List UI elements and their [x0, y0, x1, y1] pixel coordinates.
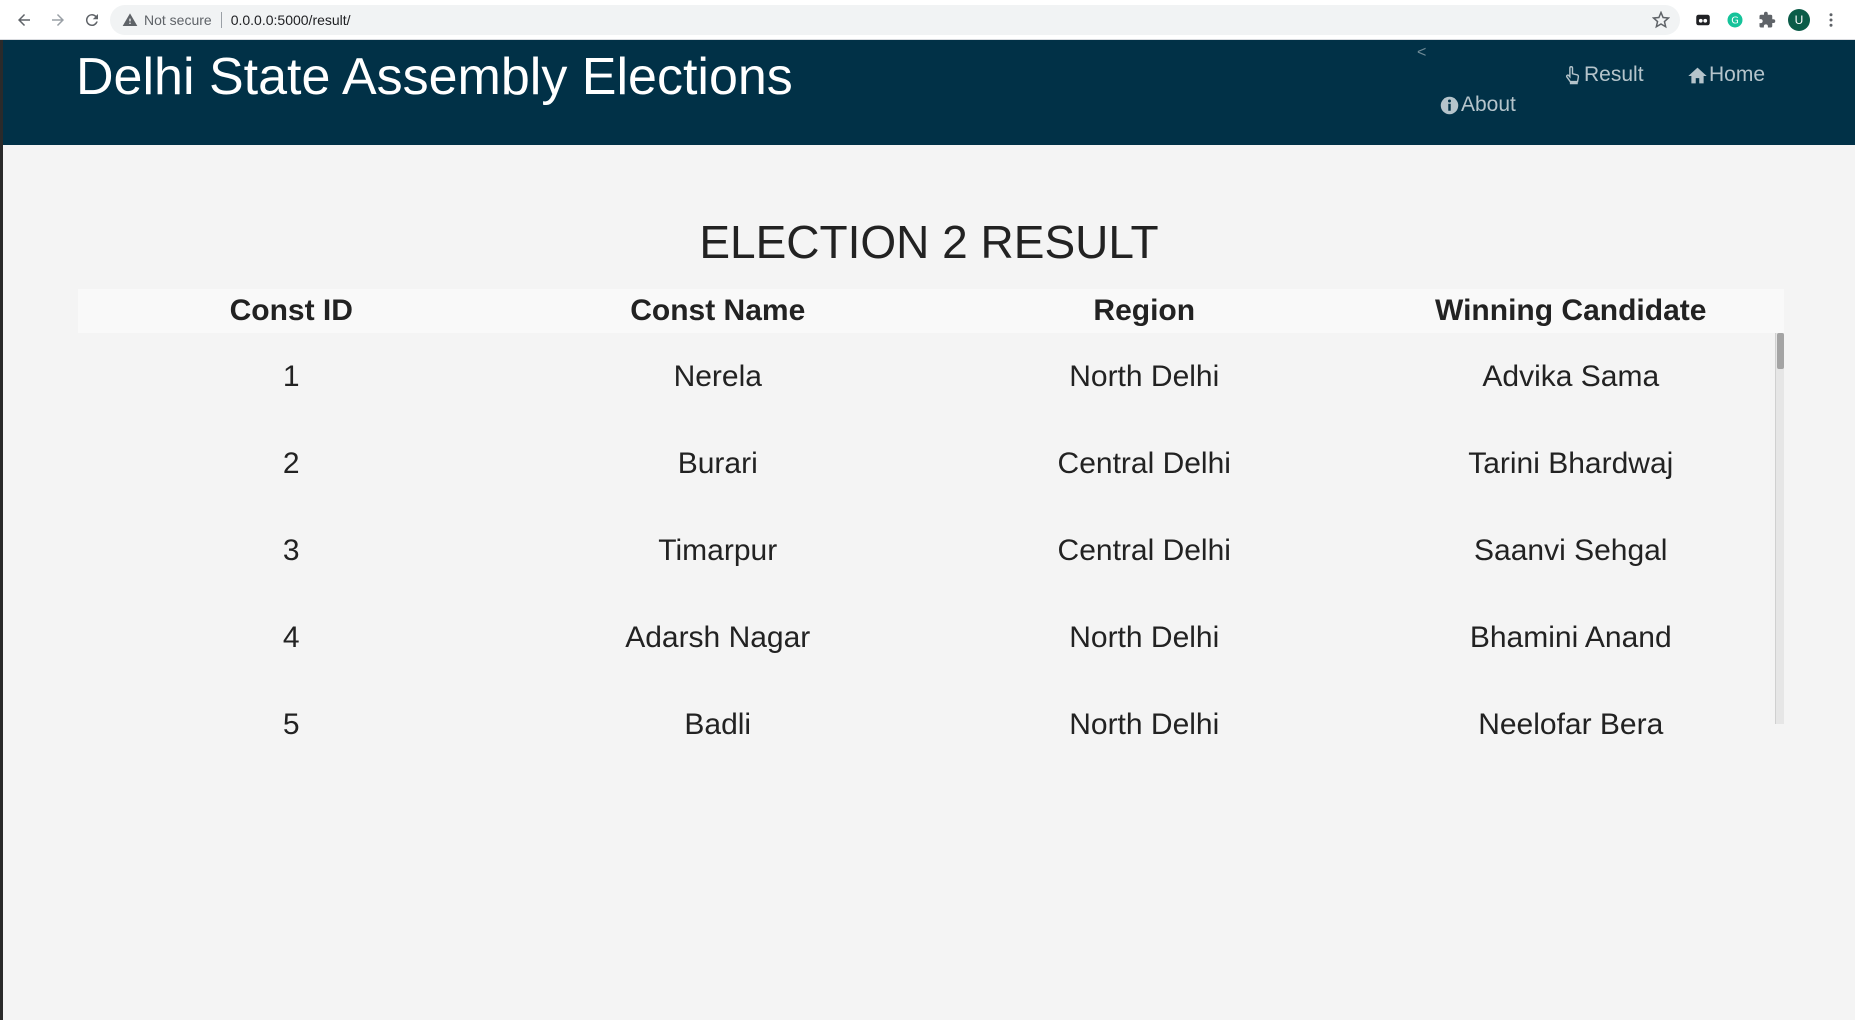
table-scrollbar[interactable]: [1775, 333, 1784, 724]
table-row: 1 Nerela North Delhi Advika Sama: [78, 333, 1784, 420]
site-title: Delhi State Assembly Elections: [76, 48, 793, 106]
extensions-area: G U: [1687, 0, 1855, 40]
star-icon[interactable]: [1652, 11, 1670, 29]
home-icon: [1688, 67, 1707, 83]
forward-arrow-icon[interactable]: [42, 4, 74, 36]
avatar: U: [1788, 9, 1810, 31]
svg-text:G: G: [1731, 15, 1739, 26]
cell-const-id: 5: [282, 708, 300, 741]
media-extension-icon[interactable]: [1687, 4, 1719, 36]
nav-about-label: About: [1461, 93, 1516, 116]
cell-winning-candidate: Neelofar Bera: [1478, 708, 1664, 741]
cell-winning-candidate: Saanvi Sehgal: [1474, 534, 1668, 567]
cell-const-name: Badli: [684, 708, 752, 741]
results-table: Const ID Const Name Region Winning Candi…: [78, 289, 1784, 741]
table-body: 1 Nerela North Delhi Advika Sama 2 Burar…: [78, 333, 1784, 741]
table-row: 4 Adarsh Nagar North Delhi Bhamini Anand: [78, 594, 1784, 681]
column-header: Winning Candidate: [1435, 294, 1707, 327]
warning-icon: [122, 13, 138, 26]
table-row: 3 Timarpur Central Delhi Saanvi Sehgal: [78, 507, 1784, 594]
cell-const-id: 4: [282, 621, 300, 654]
cell-const-id: 2: [282, 447, 300, 480]
table-header: Const ID Const Name Region Winning Candi…: [78, 289, 1784, 333]
page-body: Delhi State Assembly Elections < About R…: [3, 40, 1855, 1020]
cell-const-name: Timarpur: [658, 534, 778, 567]
security-label: Not secure: [144, 12, 212, 28]
nav-result-link[interactable]: Result: [1562, 63, 1644, 87]
column-header: Const ID: [229, 294, 353, 327]
nav-home-link[interactable]: Home: [1687, 63, 1765, 87]
cell-const-id: 3: [282, 534, 300, 567]
cell-region: Central Delhi: [1057, 534, 1231, 567]
scrollbar-thumb[interactable]: [1777, 333, 1784, 369]
kebab-menu-icon[interactable]: [1815, 4, 1847, 36]
info-icon: [1440, 96, 1459, 114]
browser-toolbar: Not secure 0.0.0.0:5000/result/ G U: [0, 0, 1855, 40]
profile-avatar[interactable]: U: [1783, 4, 1815, 36]
site-header: Delhi State Assembly Elections < About R…: [3, 40, 1855, 145]
nav-about-link[interactable]: About: [1439, 93, 1516, 117]
column-header: Const Name: [630, 294, 806, 327]
column-header: Region: [1093, 294, 1196, 327]
table-row: 2 Burari Central Delhi Tarini Bhardwaj: [78, 420, 1784, 507]
reload-icon[interactable]: [76, 4, 108, 36]
cell-const-name: Adarsh Nagar: [625, 621, 811, 654]
cell-const-id: 1: [282, 360, 300, 393]
separator: [220, 12, 222, 28]
url-text[interactable]: 0.0.0.0:5000/result/: [231, 12, 351, 28]
nav-arrow: <: [1417, 44, 1427, 61]
cell-const-name: Burari: [677, 447, 758, 480]
cell-winning-candidate: Advika Sama: [1482, 360, 1660, 393]
grammarly-icon[interactable]: G: [1719, 4, 1751, 36]
result-heading: ELECTION 2 RESULT: [699, 216, 1159, 268]
cell-region: North Delhi: [1069, 708, 1220, 741]
address-bar[interactable]: Not secure 0.0.0.0:5000/result/: [110, 5, 1680, 35]
cell-region: North Delhi: [1069, 360, 1220, 393]
table-row: 5 Badli North Delhi Neelofar Bera: [78, 681, 1784, 768]
puzzle-extensions-icon[interactable]: [1751, 4, 1783, 36]
nav-result-label: Result: [1584, 63, 1644, 86]
cell-region: North Delhi: [1069, 621, 1220, 654]
cell-winning-candidate: Bhamini Anand: [1469, 621, 1672, 654]
cell-region: Central Delhi: [1057, 447, 1231, 480]
pointer-hand-icon: [1565, 65, 1580, 84]
cell-winning-candidate: Tarini Bhardwaj: [1468, 447, 1674, 480]
nav-home-label: Home: [1709, 63, 1766, 86]
cell-const-name: Nerela: [673, 360, 762, 393]
back-arrow-icon[interactable]: [8, 4, 40, 36]
